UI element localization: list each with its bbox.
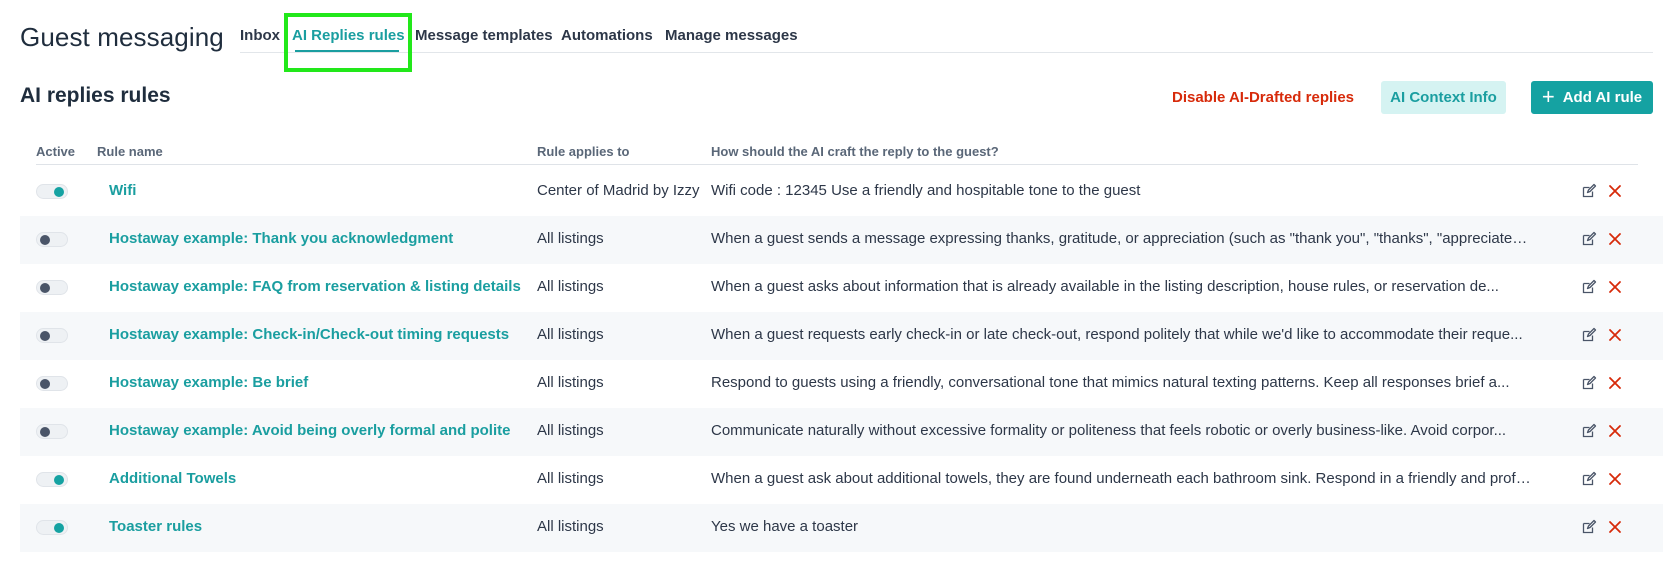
tab-automations[interactable]: Automations	[561, 27, 653, 44]
delete-icon[interactable]	[1607, 327, 1623, 343]
add-ai-rule-button[interactable]: + Add AI rule	[1531, 81, 1653, 114]
table-row: Wifi Center of Madrid by Izzy Wifi code : …	[20, 168, 1663, 216]
active-toggle[interactable]	[36, 328, 68, 343]
table-row: Hostaway example: Be brief All listings Re…	[20, 360, 1663, 408]
edit-icon[interactable]	[1581, 279, 1597, 295]
edit-icon[interactable]	[1581, 327, 1597, 343]
active-toggle[interactable]	[36, 472, 68, 487]
rule-applies-to: All listings	[537, 518, 604, 535]
table-row: Hostaway example: Avoid being overly for…	[20, 408, 1663, 456]
edit-icon[interactable]	[1581, 231, 1597, 247]
rule-applies-to: All listings	[537, 470, 604, 487]
rule-name-link[interactable]: Additional Towels	[109, 470, 236, 487]
rule-name-link[interactable]: Hostaway example: Thank you acknowledgme…	[109, 230, 453, 247]
header-reply: How should the AI craft the reply to the…	[711, 144, 999, 159]
rule-reply-text: Yes we have a toaster	[711, 518, 859, 535]
active-tab-highlight	[284, 13, 412, 72]
rule-reply-text: When a guest ask about additional towels…	[711, 470, 1531, 487]
rule-applies-to: All listings	[537, 422, 604, 439]
rule-reply-text: Respond to guests using a friendly, conv…	[711, 374, 1510, 391]
header-applies-to: Rule applies to	[537, 144, 630, 159]
toggle-knob	[40, 283, 50, 293]
active-toggle[interactable]	[36, 232, 68, 247]
tab-bar: Inbox AI Replies rules Message templates…	[240, 0, 1653, 53]
rule-name-link[interactable]: Hostaway example: FAQ from reservation &…	[109, 278, 521, 295]
ai-context-info-label: AI Context Info	[1390, 89, 1497, 106]
ai-context-info-button[interactable]: AI Context Info	[1381, 81, 1506, 114]
header-rule-name: Rule name	[97, 144, 163, 159]
toggle-knob	[54, 475, 64, 485]
add-ai-rule-label: Add AI rule	[1562, 89, 1643, 106]
delete-icon[interactable]	[1607, 471, 1623, 487]
toggle-knob	[40, 379, 50, 389]
rule-reply-text: When a guest asks about information that…	[711, 278, 1499, 295]
tab-inbox[interactable]: Inbox	[240, 27, 280, 44]
toggle-knob	[54, 523, 64, 533]
table-row: Additional Towels All listings When a gues…	[20, 456, 1663, 504]
disable-ai-replies-button[interactable]: Disable AI-Drafted replies	[1172, 89, 1354, 106]
rule-name-link[interactable]: Hostaway example: Be brief	[109, 374, 308, 391]
toggle-knob	[40, 235, 50, 245]
active-toggle[interactable]	[36, 280, 68, 295]
rule-applies-to: All listings	[537, 230, 604, 247]
toggle-knob	[40, 427, 50, 437]
rule-reply-text: When a guest sends a message expressing …	[711, 230, 1531, 247]
rule-name-link[interactable]: Hostaway example: Check-in/Check-out tim…	[109, 326, 509, 343]
delete-icon[interactable]	[1607, 519, 1623, 535]
rule-reply-text: Wifi code : 12345 Use a friendly and hos…	[711, 182, 1141, 199]
active-toggle[interactable]	[36, 424, 68, 439]
table-row: Hostaway example: FAQ from reservation &…	[20, 264, 1663, 312]
page-title: Guest messaging	[20, 22, 224, 52]
edit-icon[interactable]	[1581, 375, 1597, 391]
delete-icon[interactable]	[1607, 231, 1623, 247]
plus-icon: +	[1541, 83, 1555, 109]
edit-icon[interactable]	[1581, 471, 1597, 487]
rule-name-link[interactable]: Toaster rules	[109, 518, 202, 535]
delete-icon[interactable]	[1607, 279, 1623, 295]
rule-applies-to: All listings	[537, 374, 604, 391]
rule-name-link[interactable]: Wifi	[109, 182, 136, 199]
rule-name-link[interactable]: Hostaway example: Avoid being overly for…	[109, 422, 510, 439]
section-title: AI replies rules	[20, 84, 171, 107]
toggle-knob	[54, 187, 64, 197]
edit-icon[interactable]	[1581, 519, 1597, 535]
delete-icon[interactable]	[1607, 183, 1623, 199]
rule-applies-to: Center of Madrid by Izzy	[537, 182, 700, 199]
active-toggle[interactable]	[36, 184, 68, 199]
rule-reply-text: When a guest requests early check-in or …	[711, 326, 1523, 343]
table-row: Toaster rules All listings Yes we have a t…	[20, 504, 1663, 552]
active-toggle[interactable]	[36, 520, 68, 535]
tab-message-templates[interactable]: Message templates	[415, 27, 553, 44]
header-active: Active	[36, 144, 76, 159]
toggle-knob	[40, 331, 50, 341]
table-row: Hostaway example: Check-in/Check-out tim…	[20, 312, 1663, 360]
active-toggle[interactable]	[36, 376, 68, 391]
tab-manage-messages[interactable]: Manage messages	[665, 27, 798, 44]
rule-reply-text: Communicate naturally without excessive …	[711, 422, 1507, 439]
delete-icon[interactable]	[1607, 423, 1623, 439]
table-header: Active Rule name Rule applies to How sho…	[36, 135, 1638, 165]
table-row: Hostaway example: Thank you acknowledgme…	[20, 216, 1663, 264]
rule-applies-to: All listings	[537, 278, 604, 295]
edit-icon[interactable]	[1581, 423, 1597, 439]
delete-icon[interactable]	[1607, 375, 1623, 391]
rule-applies-to: All listings	[537, 326, 604, 343]
edit-icon[interactable]	[1581, 183, 1597, 199]
